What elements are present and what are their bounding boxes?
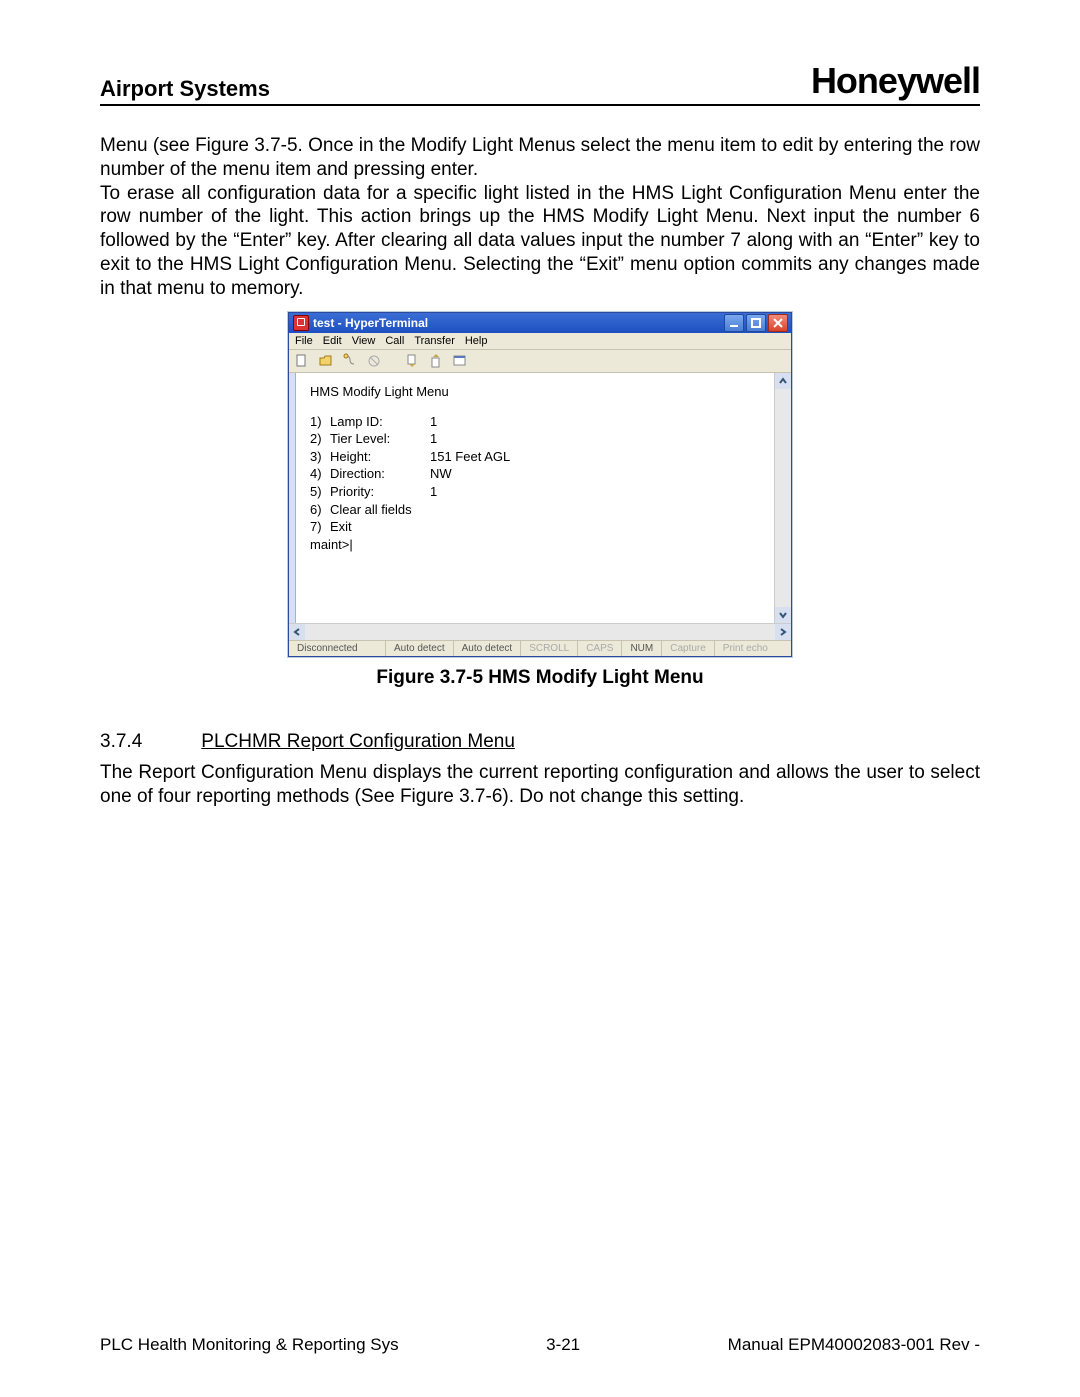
toolbar bbox=[289, 350, 791, 373]
page-footer: PLC Health Monitoring & Reporting Sys 3-… bbox=[100, 1335, 980, 1355]
section-body: The Report Configuration Menu displays t… bbox=[100, 761, 980, 809]
terminal-prompt: maint>| bbox=[310, 536, 764, 554]
status-echo: Print echo bbox=[715, 641, 791, 656]
menu-view[interactable]: View bbox=[352, 335, 376, 347]
menu-transfer[interactable]: Transfer bbox=[414, 335, 455, 347]
body-text: Menu (see Figure 3.7-5. Once in the Modi… bbox=[100, 134, 980, 300]
close-button[interactable] bbox=[768, 314, 788, 332]
terminal-title: HMS Modify Light Menu bbox=[310, 383, 764, 401]
menubar: File Edit View Call Transfer Help bbox=[289, 333, 791, 350]
status-connection: Disconnected bbox=[289, 641, 386, 656]
page-header: Airport Systems Honeywell bbox=[100, 60, 980, 106]
scroll-right-icon[interactable] bbox=[775, 624, 791, 640]
menu-help[interactable]: Help bbox=[465, 335, 488, 347]
scroll-up-icon[interactable] bbox=[775, 373, 791, 389]
status-num: NUM bbox=[622, 641, 662, 656]
footer-left: PLC Health Monitoring & Reporting Sys bbox=[100, 1335, 399, 1355]
footer-center: 3-21 bbox=[546, 1335, 580, 1355]
statusbar: Disconnected Auto detect Auto detect SCR… bbox=[289, 640, 791, 656]
status-detect2: Auto detect bbox=[454, 641, 522, 656]
maximize-button[interactable] bbox=[746, 314, 766, 332]
menu-edit[interactable]: Edit bbox=[323, 335, 342, 347]
open-icon[interactable] bbox=[317, 352, 335, 370]
call-icon[interactable] bbox=[341, 352, 359, 370]
minimize-button[interactable] bbox=[724, 314, 744, 332]
status-caps: CAPS bbox=[578, 641, 622, 656]
brand-logo: Honeywell bbox=[811, 60, 980, 102]
horizontal-scrollbar[interactable] bbox=[289, 623, 791, 640]
paragraph-2: To erase all configuration data for a sp… bbox=[100, 182, 980, 301]
scroll-left-icon[interactable] bbox=[289, 624, 305, 640]
menu-file[interactable]: File bbox=[295, 335, 313, 347]
section-number: 3.7.4 bbox=[100, 731, 196, 753]
scroll-down-icon[interactable] bbox=[775, 607, 791, 623]
hyperterminal-window: test - HyperTerminal File Edit View Call… bbox=[288, 312, 792, 657]
status-scroll: SCROLL bbox=[521, 641, 578, 656]
new-icon[interactable] bbox=[293, 352, 311, 370]
app-icon bbox=[293, 315, 309, 331]
send-icon[interactable] bbox=[403, 352, 421, 370]
disconnect-icon[interactable] bbox=[365, 352, 383, 370]
status-detect1: Auto detect bbox=[386, 641, 454, 656]
paragraph-1: Menu (see Figure 3.7-5. Once in the Modi… bbox=[100, 134, 980, 182]
window-titlebar[interactable]: test - HyperTerminal bbox=[289, 313, 791, 333]
left-gutter bbox=[289, 373, 296, 623]
section-heading: 3.7.4 PLCHMR Report Configuration Menu bbox=[100, 731, 980, 753]
menu-call[interactable]: Call bbox=[385, 335, 404, 347]
status-capture: Capture bbox=[662, 641, 715, 656]
receive-icon[interactable] bbox=[427, 352, 445, 370]
section-title: PLCHMR Report Configuration Menu bbox=[201, 731, 515, 752]
vertical-scrollbar[interactable] bbox=[774, 373, 791, 623]
figure-caption: Figure 3.7-5 HMS Modify Light Menu bbox=[100, 667, 980, 689]
footer-right: Manual EPM40002083-001 Rev - bbox=[728, 1335, 980, 1355]
terminal-area[interactable]: HMS Modify Light Menu 1)Lamp ID:1 2)Tier… bbox=[296, 373, 774, 623]
properties-icon[interactable] bbox=[451, 352, 469, 370]
window-title: test - HyperTerminal bbox=[313, 316, 724, 330]
header-left: Airport Systems bbox=[100, 76, 270, 102]
